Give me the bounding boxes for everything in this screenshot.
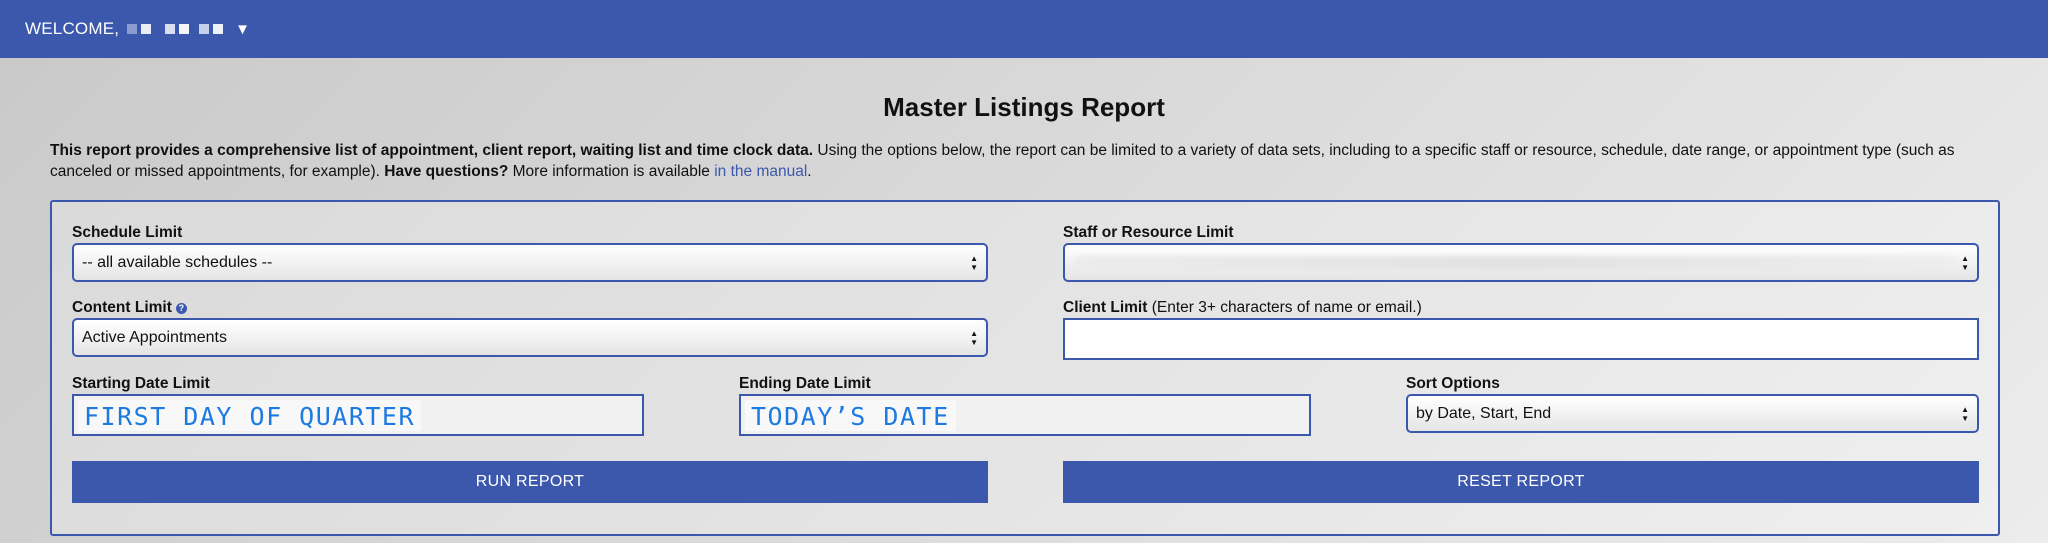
end-date-label: Ending Date Limit [739, 375, 871, 392]
start-date-field[interactable]: FIRST DAY OF QUARTER [72, 394, 644, 436]
content-limit-label: Content Limit? [72, 299, 187, 317]
content-limit-label-text: Content Limit [72, 299, 172, 316]
select-arrows-icon: ▲ ▼ [970, 254, 978, 272]
intro-end: . [807, 163, 812, 180]
reset-report-button[interactable]: RESET REPORT [1063, 461, 1979, 503]
manual-link[interactable]: in the manual [714, 163, 807, 180]
end-date-value: TODAY’S DATE [745, 399, 956, 431]
client-limit-note: (Enter 3+ characters of name or email.) [1147, 299, 1422, 316]
page-title: Master Listings Report [883, 92, 1165, 122]
help-icon[interactable]: ? [175, 303, 187, 314]
report-description: This report provides a comprehensive lis… [50, 140, 2010, 182]
intro-questions: Have questions? [384, 163, 509, 180]
intro-lead: This report provides a comprehensive lis… [50, 142, 814, 159]
end-date-field[interactable]: TODAY’S DATE [739, 394, 1311, 436]
redacted-username[interactable] [127, 24, 224, 34]
schedule-limit-label: Schedule Limit [72, 224, 183, 241]
report-options-panel: Schedule Limit -- all available schedule… [50, 200, 2000, 536]
select-arrows-icon: ▲ ▼ [970, 329, 978, 347]
staff-limit-label: Staff or Resource Limit [1063, 224, 1234, 241]
schedule-limit-select[interactable]: -- all available schedules -- ▲ ▼ [72, 243, 988, 282]
content-limit-value: Active Appointments [82, 328, 227, 346]
sort-options-select[interactable]: by Date, Start, End ▲ ▼ [1406, 394, 1979, 433]
client-limit-label: Client Limit (Enter 3+ characters of nam… [1063, 299, 1422, 317]
user-menu-caret-icon[interactable]: ▼ [235, 21, 250, 38]
sort-options-value: by Date, Start, End [1416, 404, 1552, 422]
top-bar: WELCOME, ▼ [0, 0, 2048, 58]
content-limit-select[interactable]: Active Appointments ▲ ▼ [72, 318, 988, 357]
run-report-button[interactable]: RUN REPORT [72, 461, 988, 503]
select-arrows-icon: ▲ ▼ [1961, 405, 1969, 423]
schedule-limit-value: -- all available schedules -- [82, 253, 273, 271]
intro-more-info: More information is available [508, 163, 715, 180]
select-arrows-icon: ▲ ▼ [1961, 254, 1969, 272]
client-limit-input[interactable] [1063, 318, 1979, 360]
sort-options-label: Sort Options [1406, 375, 1500, 392]
start-date-label: Starting Date Limit [72, 375, 210, 392]
start-date-value: FIRST DAY OF QUARTER [78, 399, 422, 431]
staff-limit-redacted-value [1073, 255, 1959, 270]
client-limit-label-text: Client Limit [1063, 299, 1148, 316]
welcome-label: WELCOME, [25, 19, 120, 38]
staff-limit-select[interactable]: ▲ ▼ [1063, 243, 1979, 282]
